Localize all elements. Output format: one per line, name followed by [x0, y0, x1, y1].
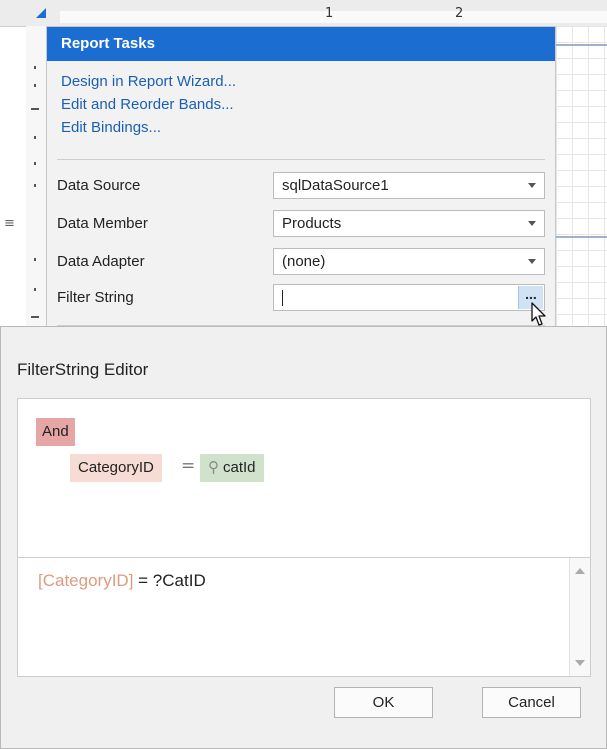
ruler-strip: [60, 11, 607, 23]
edit-reorder-bands-link[interactable]: Edit and Reorder Bands...: [61, 93, 555, 116]
vertical-ruler: [26, 26, 47, 346]
operator-tag[interactable]: =: [181, 456, 195, 476]
expression-rest: = ?CatID: [133, 571, 206, 590]
cancel-button[interactable]: Cancel: [482, 687, 581, 718]
data-source-value: sqlDataSource1: [282, 177, 389, 194]
chevron-down-icon[interactable]: [528, 259, 536, 264]
group-operator-tag[interactable]: And: [36, 418, 75, 446]
vertical-scrollbar[interactable]: [569, 558, 590, 676]
ruler-corner-icon: [36, 8, 46, 18]
band-separator: [556, 44, 607, 46]
tasks-actions: Design in Report Wizard... Edit and Reor…: [47, 61, 555, 139]
expression-field: [CategoryID]: [38, 571, 134, 590]
dialog-title: FilterString Editor: [17, 360, 149, 379]
band-menu-icon[interactable]: ≡: [4, 216, 15, 231]
band-separator: [556, 236, 607, 238]
edit-bindings-link[interactable]: Edit Bindings...: [61, 116, 555, 139]
design-in-report-wizard-link[interactable]: Design in Report Wizard...: [61, 70, 555, 93]
design-surface: [556, 26, 607, 326]
data-member-label: Data Member: [57, 215, 148, 232]
parameter-tag[interactable]: ⚲ catId: [200, 454, 264, 482]
filter-text-editor[interactable]: [CategoryID] = ?CatID: [17, 557, 591, 677]
filter-string-input[interactable]: ...: [273, 284, 545, 311]
data-member-value: Products: [282, 215, 342, 232]
mouse-pointer-icon: [531, 302, 546, 326]
field-tag[interactable]: CategoryID: [70, 454, 162, 482]
data-adapter-combo[interactable]: (none): [273, 248, 545, 275]
filter-string-label: Filter String: [57, 289, 134, 306]
filter-expression[interactable]: [CategoryID] = ?CatID: [38, 571, 206, 591]
text-caret: [282, 290, 283, 306]
visual-filter-editor[interactable]: And CategoryID = ⚲ catId: [17, 398, 591, 558]
scroll-up-icon[interactable]: [575, 568, 585, 574]
chevron-down-icon[interactable]: [528, 183, 536, 188]
ok-button[interactable]: OK: [334, 687, 433, 718]
data-adapter-value: (none): [282, 253, 326, 270]
scroll-down-icon[interactable]: [575, 660, 585, 666]
parameter-icon: ⚲: [208, 459, 219, 476]
data-member-combo[interactable]: Products: [273, 210, 545, 237]
data-adapter-label: Data Adapter: [57, 253, 145, 270]
report-tasks-panel: Report Tasks Design in Report Wizard... …: [46, 26, 556, 344]
data-source-combo[interactable]: sqlDataSource1: [273, 172, 545, 199]
chevron-down-icon[interactable]: [528, 221, 536, 226]
filterstring-editor-dialog: FilterString Editor And CategoryID = ⚲ ca…: [0, 326, 607, 749]
parameter-name: catId: [223, 459, 256, 476]
horizontal-ruler: 1 2: [0, 0, 607, 27]
ruler-mark-2: 2: [455, 6, 464, 21]
data-source-label: Data Source: [57, 177, 141, 194]
ruler-mark-1: 1: [325, 6, 334, 21]
divider: [57, 159, 545, 160]
report-tasks-title: Report Tasks: [47, 27, 555, 61]
